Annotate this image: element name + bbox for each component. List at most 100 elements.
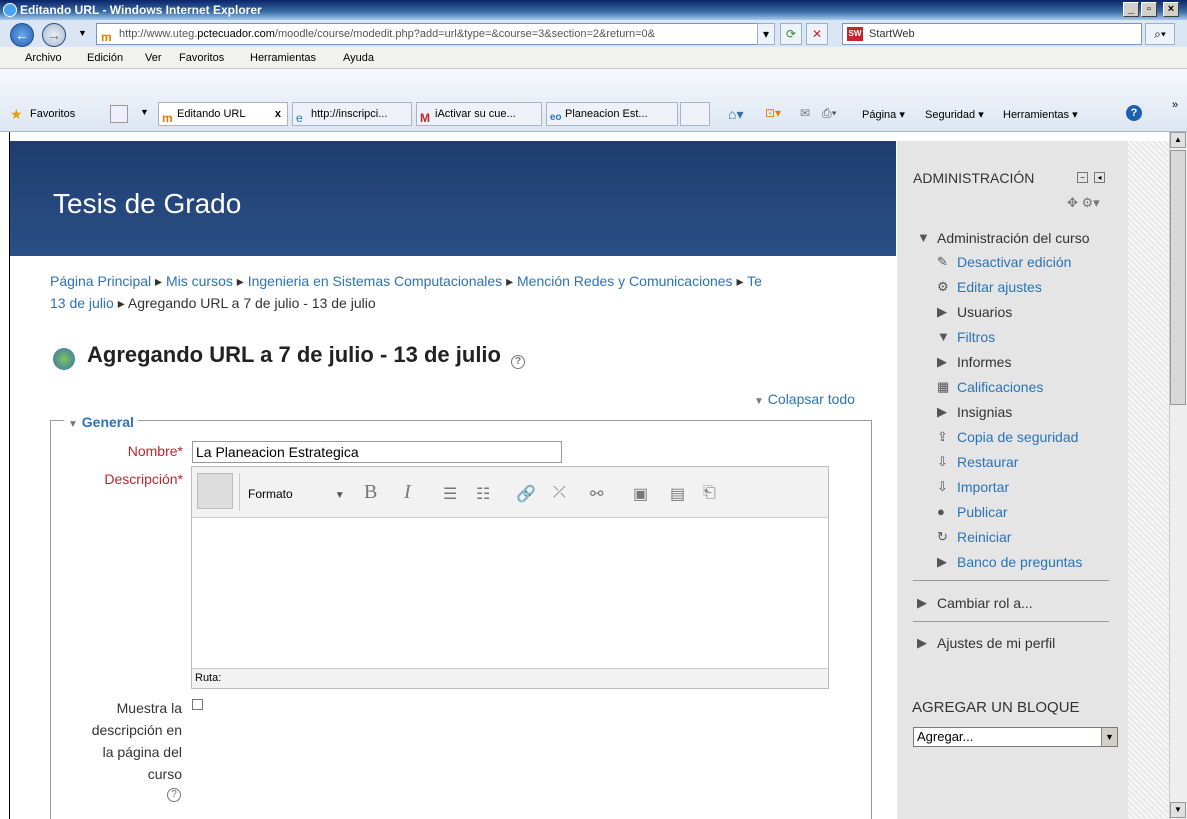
breadcrumb-course[interactable]: Te [747,273,762,289]
tab-gmail[interactable]: M iActivar su cue... [416,102,542,126]
format-label: Formato [248,487,293,501]
forward-button[interactable]: → [42,23,66,47]
scroll-down-icon[interactable]: ▼ [1170,802,1186,818]
page-menu[interactable]: Página ▾ [862,108,905,121]
breadcrumb-subcategory[interactable]: Mención Redes y Comunicaciones [517,273,733,289]
chevron-more-icon[interactable]: » [1172,99,1178,111]
admin-item-label: Copia de seguridad [957,429,1079,445]
breadcrumb-category[interactable]: Ingenieria en Sistemas Computacionales [248,273,502,289]
print-icon[interactable]: ⎙▾ [822,106,837,121]
admin-item-publish[interactable]: ● Publicar [937,504,1008,520]
stop-icon[interactable]: ✕ [806,23,828,45]
show-desc-line: Muestra la [116,700,182,716]
admin-item-label: Restaurar [957,454,1019,470]
toolbar-toggle-icon[interactable] [197,473,233,509]
close-window-button[interactable]: × [1163,2,1179,17]
link-icon[interactable]: 🔗 [516,484,536,504]
menu-archivo[interactable]: Archivo [25,52,62,64]
search-button[interactable]: ⌕▾ [1145,23,1175,45]
admin-item-reports[interactable]: ▶ Informes [937,354,1011,370]
unlink-icon[interactable]: ⤫ [553,484,566,502]
maximize-button[interactable]: ▫ [1141,2,1157,17]
search-input[interactable]: SW StartWeb [842,23,1142,45]
breadcrumb-my-courses[interactable]: Mis cursos [166,273,233,289]
quick-tabs-icon[interactable] [110,105,128,123]
admin-item-badges[interactable]: ▶ Insignias [937,404,1012,420]
tab-inscripciones[interactable]: e http://inscripci... [292,102,412,126]
bullet-list-icon[interactable]: ☰ [443,484,457,504]
admin-item-label: Filtros [957,329,996,345]
path-label: Ruta: [195,672,222,684]
site-header: Tesis de Grado [10,141,896,256]
menu-ver[interactable]: Ver [145,52,162,64]
help-icon[interactable]: ? [511,355,526,369]
url-prefix: http://www.uteg. [119,28,198,40]
chevron-down-icon: ▼ [1101,728,1117,746]
breadcrumb-home[interactable]: Página Principal [50,273,151,289]
favorites-button[interactable]: Favoritos [30,108,75,120]
scrollbar-thumb[interactable] [1170,150,1186,405]
italic-icon[interactable]: I [404,481,411,504]
site-title[interactable]: Tesis de Grado [53,188,241,220]
home-icon[interactable]: ⌂▾ [728,106,743,123]
help-icon[interactable]: ? [167,788,181,802]
help-icon[interactable]: ? [1126,105,1142,121]
window-title-bar: Editando URL - Windows Internet Explorer… [0,0,1187,20]
triangle-right-icon: ▶ [937,354,947,369]
admin-item-reset[interactable]: ↻ Reiniciar [937,529,1011,545]
minimize-block-icon[interactable]: − [1077,172,1088,183]
admin-item-grades[interactable]: ▦ Calificaciones [937,379,1043,395]
history-dropdown-icon[interactable]: ▼ [78,28,87,38]
admin-item-label: Usuarios [957,304,1013,320]
admin-switch-role[interactable]: ▶ Cambiar rol a... [917,595,1033,611]
page-title-text: Agregando URL a 7 de julio - 13 de julio [87,342,501,367]
admin-course-admin[interactable]: ▼ Administración del curso [917,230,1090,246]
menu-edicion[interactable]: Edición [87,52,123,64]
numbered-list-icon[interactable]: ☷ [476,484,490,504]
admin-item-disable-editing[interactable]: ✎ Desactivar edición [937,254,1071,270]
tools-menu[interactable]: Herramientas ▾ [1003,108,1078,121]
close-tab-icon[interactable]: x [275,103,281,125]
feeds-icon[interactable]: ⊡▾ [765,106,781,120]
refresh-icon[interactable]: ⟳ [780,23,802,45]
media-icon[interactable]: ▤ [670,484,685,504]
admin-item-question-bank[interactable]: ▶ Banco de preguntas [937,554,1083,570]
manage-files-icon[interactable]: ⎗ [703,484,716,502]
move-icon[interactable]: ✥ ⚙▾ [1067,195,1100,211]
menu-herramientas[interactable]: Herramientas [250,52,316,64]
mail-icon[interactable]: ✉ [800,106,810,120]
image-icon[interactable]: ▣ [633,484,648,504]
format-dropdown[interactable]: Formato ▼ [248,487,345,501]
admin-profile-settings[interactable]: ▶ Ajustes de mi perfil [917,635,1055,651]
address-input[interactable]: m http://www.uteg.pctecuador.com/moodle/… [96,23,774,45]
dock-block-icon[interactable]: ◂ [1094,172,1105,183]
scroll-up-icon[interactable]: ▲ [1170,132,1186,148]
admin-item-import[interactable]: ⇩ Importar [937,479,1009,495]
menu-favoritos[interactable]: Favoritos [179,52,224,64]
anchor-link-icon[interactable]: ⚯ [590,484,603,504]
address-dropdown-button[interactable]: ▾ [757,23,775,45]
name-input[interactable]: La Planeacion Estrategica [192,441,562,463]
admin-item-backup[interactable]: ⇪ Copia de seguridad [937,429,1079,445]
collapse-all-link[interactable]: ▼ Colapsar todo [754,391,855,407]
breadcrumb-section[interactable]: 13 de julio [50,295,114,311]
show-description-checkbox[interactable] [192,699,203,710]
admin-title: ADMINISTRACIÓN [913,170,1035,186]
add-block-select[interactable]: Agregar... ▼ [913,727,1118,747]
tab-list-dropdown-icon[interactable]: ▼ [140,107,149,117]
fieldset-legend[interactable]: ▼ General [64,414,138,430]
refresh-icon: ↻ [937,529,948,544]
tab-planeacion[interactable]: eo Planeacion Est... [546,102,678,126]
tab-editando-url[interactable]: m Editando URL x [158,102,288,126]
menu-ayuda[interactable]: Ayuda [343,52,374,64]
admin-item-edit-settings[interactable]: ⚙ Editar ajustes [937,279,1042,295]
security-menu[interactable]: Seguridad ▾ [925,108,984,121]
admin-item-users[interactable]: ▶ Usuarios [937,304,1013,320]
new-tab-button[interactable] [680,102,710,126]
admin-item-restore[interactable]: ⇩ Restaurar [937,454,1019,470]
back-button[interactable]: ← [10,23,34,47]
admin-item-label: Banco de preguntas [957,554,1083,570]
admin-item-filters[interactable]: ▼ Filtros [937,329,996,345]
minimize-button[interactable]: _ [1123,2,1139,17]
bold-icon[interactable]: B [364,481,377,504]
